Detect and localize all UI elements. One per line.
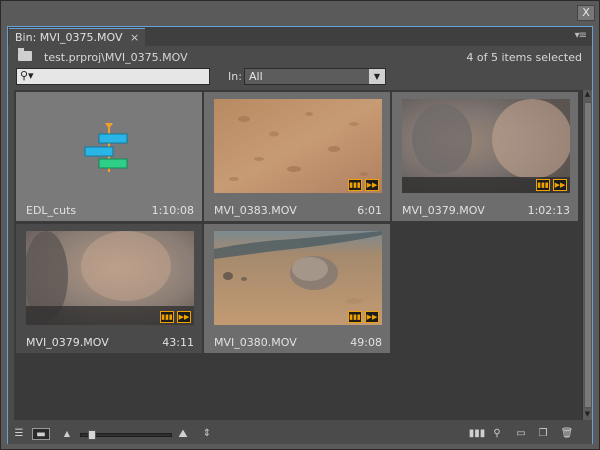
search-field[interactable]: ⚲▾ bbox=[16, 68, 210, 85]
video-badge-icon: ▮▮▮ bbox=[348, 311, 362, 323]
zoom-out-icon[interactable]: ▲ bbox=[60, 428, 74, 440]
audio-badge-icon: ▶▶ bbox=[177, 311, 191, 323]
icon-view-grid: EDL_cuts 1:10:08 ▮▮▮ ▶▶ MVI_0383.MOV 6:0… bbox=[14, 90, 582, 420]
scroll-up-icon[interactable]: ▲ bbox=[583, 90, 592, 100]
path-row: test.prproj\MVI_0375.MOV 4 of 5 items se… bbox=[8, 47, 592, 67]
find-icon[interactable]: ⚲ bbox=[490, 428, 504, 440]
audio-badge-icon: ▶▶ bbox=[553, 179, 567, 191]
zoom-slider[interactable] bbox=[80, 430, 172, 440]
chevron-down-icon[interactable]: ▼ bbox=[369, 69, 385, 84]
grid-item[interactable]: ▮▮▮ ▶▶ MVI_0379.MOV 43:11 bbox=[16, 224, 202, 353]
item-name: MVI_0379.MOV bbox=[26, 336, 109, 349]
search-input[interactable] bbox=[45, 70, 205, 83]
sequence-icon bbox=[26, 99, 194, 193]
item-duration: 49:08 bbox=[350, 336, 382, 349]
item-duration: 1:02:13 bbox=[527, 204, 570, 217]
window-frame: X Bin: MVI_0375.MOV × ▾≡ test.prproj\MVI… bbox=[0, 0, 600, 450]
icon-view-icon[interactable]: ▬ bbox=[32, 428, 50, 440]
audio-badge-icon: ▶▶ bbox=[365, 311, 379, 323]
new-item-icon[interactable]: ❐ bbox=[536, 428, 550, 440]
bin-path: test.prproj\MVI_0375.MOV bbox=[44, 51, 188, 64]
tab-close-icon[interactable]: × bbox=[130, 31, 139, 44]
zoom-slider-knob[interactable] bbox=[88, 430, 96, 440]
automate-to-sequence-icon[interactable]: ▮▮▮ bbox=[468, 428, 486, 440]
audio-badge-icon: ▶▶ bbox=[365, 179, 379, 191]
tab-bar: Bin: MVI_0375.MOV × ▾≡ bbox=[8, 27, 592, 46]
tab-bin[interactable]: Bin: MVI_0375.MOV × bbox=[9, 28, 146, 46]
list-view-icon[interactable]: ☰ bbox=[12, 428, 26, 440]
bottom-toolbar: ☰ ▬ ▲ ⛰ ⇕ ▮▮▮ ⚲ ▭ ❐ 🗑 bbox=[8, 426, 592, 444]
item-duration: 43:11 bbox=[162, 336, 194, 349]
panel-menu-icon[interactable]: ▾≡ bbox=[575, 30, 587, 41]
in-label: In: bbox=[228, 70, 242, 83]
sort-icon[interactable]: ⇕ bbox=[200, 428, 214, 440]
clip-thumbnail: ▮▮▮ ▶▶ bbox=[402, 99, 570, 193]
vertical-scrollbar[interactable]: ▲ ▼ bbox=[582, 90, 592, 420]
video-badge-icon: ▮▮▮ bbox=[536, 179, 550, 191]
grid-item[interactable]: EDL_cuts 1:10:08 bbox=[16, 92, 202, 221]
trash-icon[interactable]: 🗑 bbox=[560, 428, 574, 440]
window-close-button[interactable]: X bbox=[577, 5, 595, 21]
item-name: MVI_0383.MOV bbox=[214, 204, 297, 217]
bin-panel: Bin: MVI_0375.MOV × ▾≡ test.prproj\MVI_0… bbox=[7, 26, 593, 444]
grid-item[interactable]: ▮▮▮ ▶▶ MVI_0380.MOV 49:08 bbox=[204, 224, 390, 353]
selection-count: 4 of 5 items selected bbox=[466, 51, 582, 64]
clip-thumbnail: ▮▮▮ ▶▶ bbox=[26, 231, 194, 325]
item-name: MVI_0379.MOV bbox=[402, 204, 485, 217]
video-badge-icon: ▮▮▮ bbox=[348, 179, 362, 191]
tab-title: Bin: MVI_0375.MOV bbox=[15, 31, 123, 44]
zoom-in-icon[interactable]: ⛰ bbox=[174, 428, 192, 440]
new-bin-icon[interactable]: ▭ bbox=[514, 428, 528, 440]
item-duration: 6:01 bbox=[357, 204, 382, 217]
scroll-thumb[interactable] bbox=[584, 102, 592, 408]
search-icon[interactable]: ⚲▾ bbox=[20, 69, 34, 82]
search-row: ⚲▾ In: All ▼ bbox=[8, 67, 592, 87]
grid-item[interactable]: ▮▮▮ ▶▶ MVI_0383.MOV 6:01 bbox=[204, 92, 390, 221]
grid-item[interactable]: ▮▮▮ ▶▶ MVI_0379.MOV 1:02:13 bbox=[392, 92, 578, 221]
clip-thumbnail: ▮▮▮ ▶▶ bbox=[214, 99, 382, 193]
item-name: EDL_cuts bbox=[26, 204, 77, 217]
video-badge-icon: ▮▮▮ bbox=[160, 311, 174, 323]
folder-up-icon[interactable] bbox=[18, 48, 32, 61]
scroll-down-icon[interactable]: ▼ bbox=[583, 410, 592, 420]
clip-thumbnail: ▮▮▮ ▶▶ bbox=[214, 231, 382, 325]
in-filter-value: All bbox=[249, 70, 263, 83]
in-filter-select[interactable]: All ▼ bbox=[244, 68, 386, 85]
item-name: MVI_0380.MOV bbox=[214, 336, 297, 349]
item-duration: 1:10:08 bbox=[151, 204, 194, 217]
